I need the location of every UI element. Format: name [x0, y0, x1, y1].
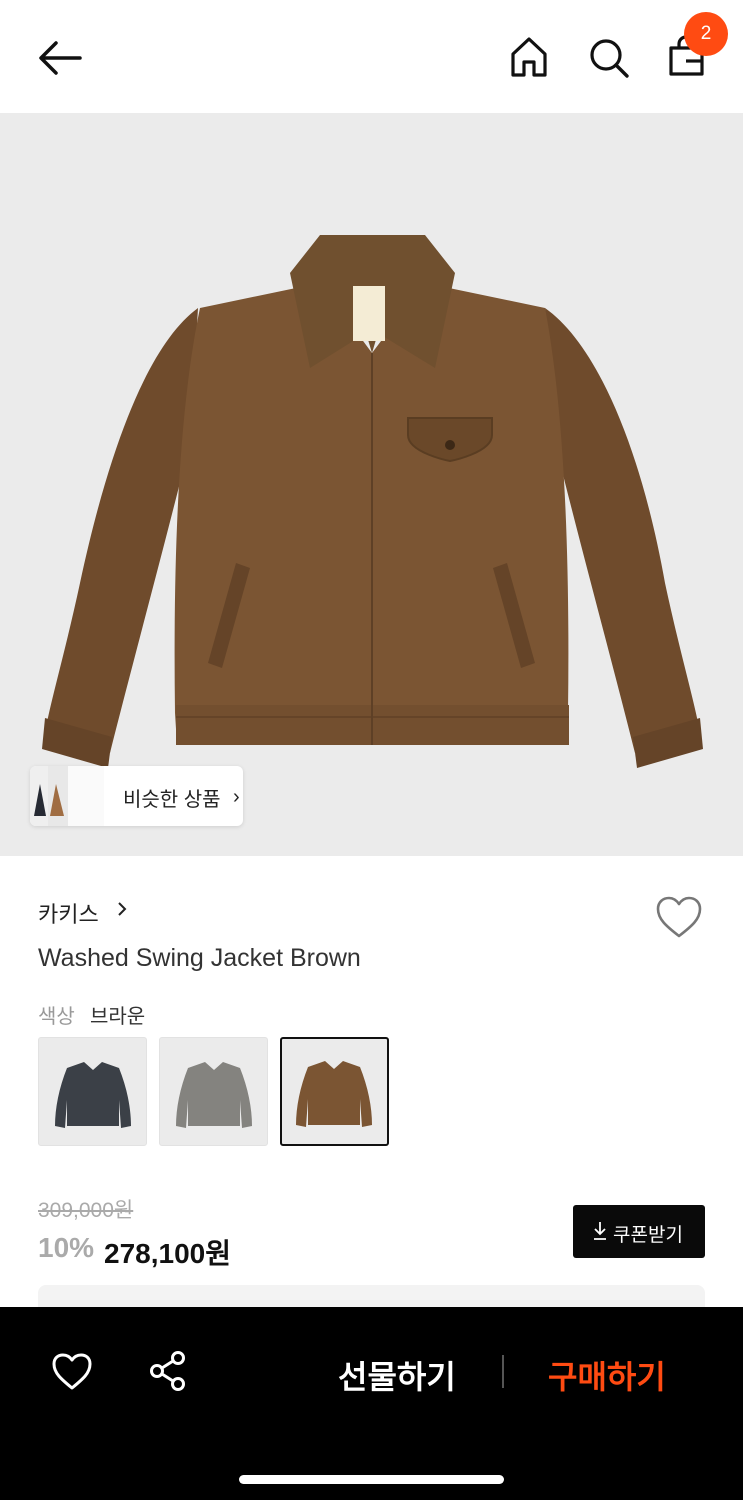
buy-button[interactable]: 구매하기: [548, 1352, 666, 1398]
home-button[interactable]: [507, 34, 551, 80]
back-arrow-icon: [39, 41, 82, 75]
coupon-label: 쿠폰받기: [613, 1225, 683, 1246]
color-swatch-navy[interactable]: [38, 1037, 147, 1146]
sale-price: 278,100원: [104, 1238, 231, 1269]
original-price: 309,000원: [38, 1199, 134, 1222]
similar-products-label: 비슷한 상품: [123, 789, 221, 811]
brand-name[interactable]: 카키스: [38, 897, 99, 929]
color-value: 브라운: [90, 1006, 146, 1028]
similar-thumbnails: [30, 766, 104, 826]
bottom-action-bar: [0, 1307, 743, 1500]
discount-rate: 10%: [38, 1232, 95, 1263]
back-button[interactable]: [36, 36, 84, 80]
color-label: 색상: [38, 1006, 75, 1028]
heart-icon[interactable]: [50, 1352, 94, 1392]
chevron-right-icon[interactable]: [116, 899, 128, 919]
color-swatch-grey[interactable]: [159, 1037, 268, 1146]
home-indicator: [239, 1475, 504, 1484]
color-swatch-brown[interactable]: [280, 1037, 389, 1146]
chevron-right-icon: ›: [233, 786, 240, 808]
download-icon: [594, 1222, 606, 1240]
search-button[interactable]: [586, 34, 630, 80]
top-header: 2: [0, 0, 743, 113]
similar-products-button[interactable]: 비슷한 상품 ›: [30, 766, 243, 826]
gift-button[interactable]: 선물하기: [338, 1352, 456, 1398]
divider: [502, 1355, 504, 1388]
search-icon: [590, 39, 629, 78]
home-icon: [511, 37, 547, 77]
share-icon[interactable]: [148, 1350, 190, 1392]
cart-count-badge: 2: [684, 12, 728, 56]
product-image[interactable]: [0, 113, 743, 856]
wishlist-heart-icon[interactable]: [654, 895, 704, 941]
coupon-button[interactable]: 쿠폰받기: [573, 1205, 705, 1258]
product-title: Washed Swing Jacket Brown: [38, 944, 361, 972]
